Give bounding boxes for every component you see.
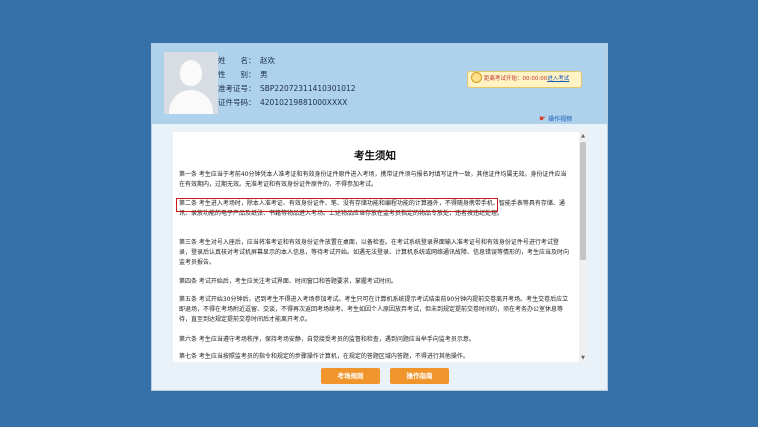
candidate-gender-row: 性 别： 男 [218,68,356,82]
operation-video-link[interactable]: ☛ 操作视频 [539,114,572,123]
scroll-up-arrow-icon[interactable]: ▲ [579,132,587,140]
ticket-number: SBP22072311410301012 [260,84,356,93]
exam-rules-button[interactable]: 考场规则 [321,368,380,384]
candidate-photo-avatar [164,52,218,114]
pointing-hand-icon: ☛ [539,114,547,123]
notice-title: 考生须知 [354,150,396,162]
exam-notice-panel: 姓 名： 赵欢 性 别： 男 准考证号： SBP22072311410301012 证… [151,43,608,391]
operation-guide-button[interactable]: 操作指南 [390,368,449,384]
scrollbar-track[interactable]: ▲ ▼ [579,132,587,362]
id-number-row: 证件号码： 42010219881000XXXX [218,96,356,110]
ticket-number-row: 准考证号： SBP22072311410301012 [218,82,356,96]
notice-content-area[interactable]: 考生须知 第一条 考生应当于考前40分钟凭本人准考证和有效身份证件原件进入考场，… [173,132,587,362]
enter-exam-link[interactable]: 进入考试 [547,76,569,82]
avatar-body-icon [169,90,213,114]
id-number: 42010219881000XXXX [260,98,348,107]
scrollbar-thumb[interactable] [580,142,586,260]
candidate-info: 姓 名： 赵欢 性 别： 男 准考证号： SBP22072311410301012 证… [218,54,356,110]
scroll-down-arrow-icon[interactable]: ▼ [579,354,587,362]
notice-paragraph-7: 第七条 考生应当按照监考员的指令和规定的步骤操作计算机，在规定的答题区域内答题，… [179,353,469,360]
candidate-name: 赵欢 [260,56,275,65]
exam-countdown-timer: 距离考试开始：00:00:00进入考试 [467,71,582,88]
countdown-label: 距离考试开始： [484,76,523,82]
candidate-name-row: 姓 名： 赵欢 [218,54,356,68]
notice-paragraph-3: 第三条 考生对号入座后，应当将准考证和有效身份证件放置在桌面，以备检查。在考试系… [179,239,570,266]
name-label: 姓 名： [218,56,256,65]
highlight-box [176,198,498,212]
avatar-head-icon [180,60,202,86]
operation-video-label: 操作视频 [548,116,573,123]
candidate-header: 姓 名： 赵欢 性 别： 男 准考证号： SBP22072311410301012 证… [152,44,607,124]
notice-paragraph-5: 第五条 考试开始30分钟后，迟到考生不得进入考场参加考试。考生只可在计算机系统提… [179,296,569,323]
gender-label: 性 别： [218,70,256,79]
clock-icon [471,72,482,83]
ticket-label: 准考证号： [218,84,256,93]
notice-paragraph-4: 第四条 考试开始后，考生应关注考试界面、时间窗口和答题要求，掌握考试时间。 [179,278,397,285]
notice-paragraph-6: 第六条 考生应当遵守考场秩序，保持考场安静，自觉接受考员的监督和检查，遇到问题应… [179,336,475,343]
id-label: 证件号码： [218,98,256,107]
countdown-time: 00:00:00 [522,76,548,82]
notice-paragraph-1: 第一条 考生应当于考前40分钟凭本人准考证和有效身份证件原件进入考场，携带证件须… [179,171,567,188]
candidate-gender: 男 [260,70,268,79]
